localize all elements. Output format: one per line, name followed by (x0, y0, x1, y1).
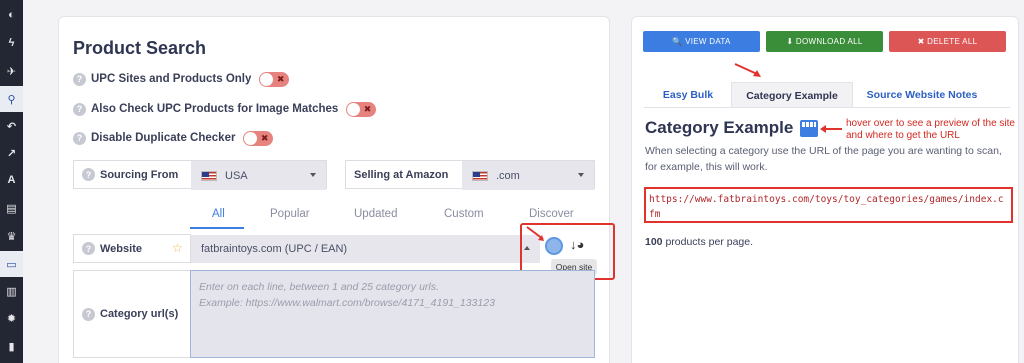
view-data-button[interactable]: 🔍 VIEW DATA (643, 31, 760, 52)
per-page-count: 100 (645, 236, 663, 248)
option-duplicate-checker: ? Disable Duplicate Checker ✖ (73, 128, 274, 148)
dashboard-icon[interactable]: ◐ (0, 2, 23, 28)
annotation-arrow-icon (526, 226, 544, 241)
search-icon[interactable]: ⚲ (0, 86, 23, 112)
tab-updated[interactable]: Updated (354, 208, 397, 220)
category-text: Category url(s) (100, 308, 179, 320)
option-image-matches: ? Also Check UPC Products for Image Matc… (73, 99, 377, 119)
image-matches-toggle[interactable]: ✖ (346, 101, 377, 117)
plane-icon[interactable]: ✈ (0, 58, 23, 84)
annotation-arrow-icon (820, 125, 842, 133)
amazon-marketplace-select[interactable]: .com (462, 161, 594, 190)
chart-icon[interactable]: ↗ (0, 140, 23, 166)
help-icon[interactable]: ? (73, 131, 86, 145)
undo-icon[interactable]: ↶ (0, 113, 23, 139)
toggle-off-icon: ✖ (260, 132, 269, 143)
option-label: Disable Duplicate Checker (91, 132, 236, 144)
website-label-box: ? Website ☆ (73, 234, 191, 263)
tab-all[interactable]: All (212, 208, 225, 220)
selling-at-label: Selling at Amazon (354, 168, 449, 181)
store-preview-icon[interactable] (800, 120, 818, 137)
help-icon[interactable]: ? (82, 307, 95, 321)
option-label: UPC Sites and Products Only (91, 73, 252, 85)
sourcing-country-select[interactable]: USA (191, 161, 326, 190)
duplicate-checker-toggle[interactable]: ✖ (243, 130, 274, 146)
sourcing-country-value: USA (225, 169, 248, 182)
website-text: Website (100, 242, 142, 255)
trash-icon[interactable]: ▮ (0, 333, 23, 359)
toggle-knob (260, 72, 274, 86)
tab-custom[interactable]: Custom (444, 208, 484, 220)
font-icon[interactable]: A (0, 167, 23, 193)
us-flag-icon (201, 170, 217, 181)
website-label: ? Website (74, 235, 142, 262)
help-icon[interactable]: ? (73, 72, 86, 86)
download-all-button[interactable]: ⬇ DOWNLOAD ALL (766, 31, 883, 52)
toggle-knob (347, 102, 361, 116)
per-page-info: 100 products per page. (645, 236, 753, 248)
website-value: fatbraintoys.com (UPC / EAN) (201, 243, 348, 255)
annotation-arrow-icon (734, 63, 761, 77)
sidebar-gutter (23, 0, 31, 363)
placeholder-line-2: Example: https://www.walmart.com/browse/… (199, 297, 495, 309)
delete-all-button[interactable]: ✖ DELETE ALL (889, 31, 1006, 52)
category-example-heading: Category Example (645, 118, 794, 137)
preview-annotation: hover over to see a preview of the site … (846, 118, 1015, 141)
page-title: Product Search (73, 38, 207, 58)
category-description: When selecting a category use the URL of… (645, 145, 1002, 173)
marketplace-value: .com (496, 169, 520, 182)
per-page-text: products per page. (662, 236, 754, 248)
barcode-icon[interactable]: ▥ (0, 278, 23, 304)
sourcing-from-text: Sourcing From (100, 168, 179, 181)
upc-sites-toggle[interactable]: ✖ (259, 71, 290, 87)
tab-discover[interactable]: Discover (529, 208, 574, 220)
tabs-divider (644, 107, 1010, 108)
favorite-star-icon[interactable]: ☆ (172, 241, 183, 255)
category-label: ? Category url(s) (74, 271, 178, 357)
chevron-down-icon (310, 173, 316, 177)
option-upc-sites: ? UPC Sites and Products Only ✖ (73, 69, 290, 89)
book-icon[interactable]: ▤ (0, 195, 23, 221)
example-url[interactable]: https://www.fatbraintoys.com/toys/toy_ca… (644, 187, 1013, 223)
help-icon[interactable]: ? (82, 168, 95, 181)
option-label: Also Check UPC Products for Image Matche… (91, 103, 339, 115)
toggle-off-icon: ✖ (363, 103, 372, 114)
card-icon[interactable]: ▭ (0, 251, 23, 277)
tab-category-example[interactable]: Category Example (731, 82, 853, 108)
chevron-down-icon (578, 173, 584, 177)
toggle-knob (244, 131, 258, 145)
trophy-icon[interactable]: ♛ (0, 223, 23, 249)
help-icon[interactable]: ? (73, 102, 86, 116)
sourcing-from-label: ? Sourcing From (74, 161, 191, 188)
website-select[interactable]: fatbraintoys.com (UPC / EAN) (191, 235, 540, 263)
tab-popular[interactable]: Popular (270, 208, 310, 220)
us-flag-icon (472, 170, 488, 181)
category-urls-textarea[interactable]: Enter on each line, between 1 and 25 cat… (190, 270, 595, 358)
tab-easy-bulk[interactable]: Easy Bulk (644, 82, 732, 108)
category-label-box: ? Category url(s) (73, 270, 191, 358)
bolt-icon[interactable]: ϟ (0, 30, 23, 56)
tab-source-website-notes[interactable]: Source Website Notes (856, 82, 988, 108)
store-awning (802, 122, 816, 127)
help-icon[interactable]: ? (82, 242, 95, 255)
gear-icon[interactable]: ✹ (0, 305, 23, 331)
active-tab-indicator (190, 227, 244, 229)
placeholder-line-1: Enter on each line, between 1 and 25 cat… (199, 281, 439, 293)
toggle-off-icon: ✖ (276, 73, 285, 84)
left-sidebar: ◐ ϟ ✈ ⚲ ↶ ↗ A ▤ ♛ ▭ ▥ ✹ ▮ (0, 0, 23, 363)
